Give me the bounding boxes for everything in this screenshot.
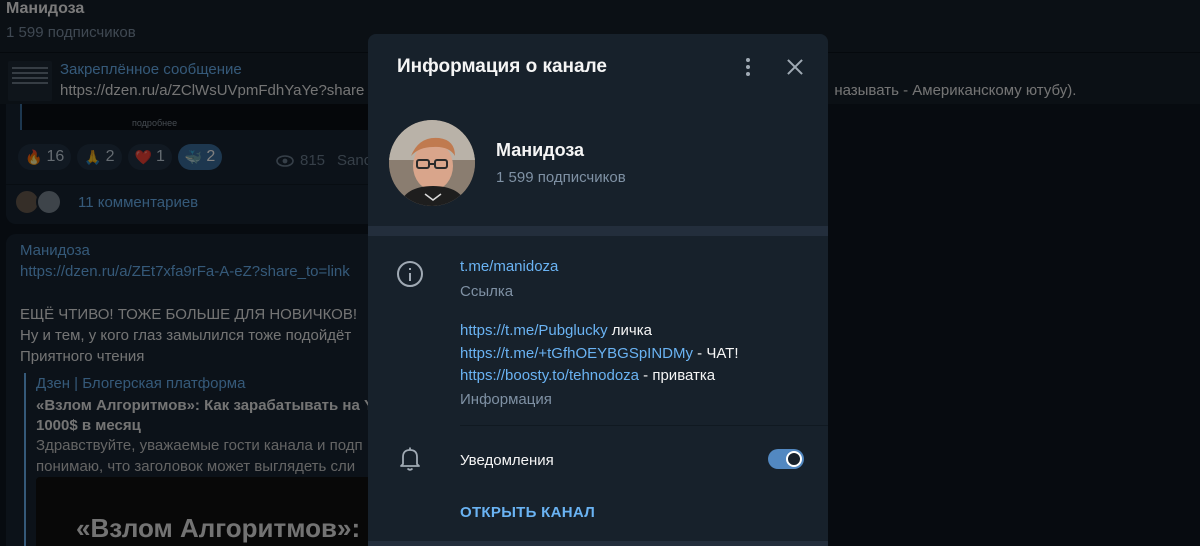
section-divider [368, 541, 828, 546]
channel-info-dialog: Информация о канале Манидоза 1 599 подпи… [368, 34, 828, 546]
info-line-suffix: - приватка [639, 367, 716, 384]
info-line: https://t.me/+tGfhOEYBGSpINDMy - ЧАТ! [460, 345, 739, 362]
notifications-label: Уведомления [460, 452, 554, 469]
toggle-knob [786, 451, 802, 467]
notifications-toggle[interactable] [768, 449, 804, 469]
channel-name: Манидоза [496, 140, 585, 160]
info-icon [397, 261, 423, 287]
close-icon[interactable] [782, 54, 808, 80]
info-line: https://t.me/Pubglucky личка [460, 322, 652, 339]
open-channel-button[interactable]: ОТКРЫТЬ КАНАЛ [460, 504, 595, 521]
info-link[interactable]: https://t.me/Pubglucky [460, 322, 608, 339]
more-vertical-icon[interactable] [736, 52, 760, 82]
section-divider [368, 226, 828, 236]
divider [460, 425, 828, 426]
channel-link[interactable]: t.me/manidoza [460, 258, 558, 275]
bell-icon [400, 447, 420, 471]
avatar[interactable] [389, 120, 475, 206]
info-link[interactable]: https://boosty.to/tehnodoza [460, 367, 639, 384]
info-link[interactable]: https://t.me/+tGfhOEYBGSpINDMy [460, 345, 693, 362]
dialog-title: Информация о канале [397, 56, 607, 77]
info-line-suffix: личка [607, 322, 652, 339]
info-line-suffix: - ЧАТ! [693, 345, 739, 362]
channel-subscribers: 1 599 подписчиков [496, 169, 626, 186]
channel-link-label: Ссылка [460, 283, 514, 300]
avatar-photo [389, 120, 475, 206]
info-label: Информация [460, 391, 552, 408]
info-line: https://boosty.to/tehnodoza - приватка [460, 367, 715, 384]
